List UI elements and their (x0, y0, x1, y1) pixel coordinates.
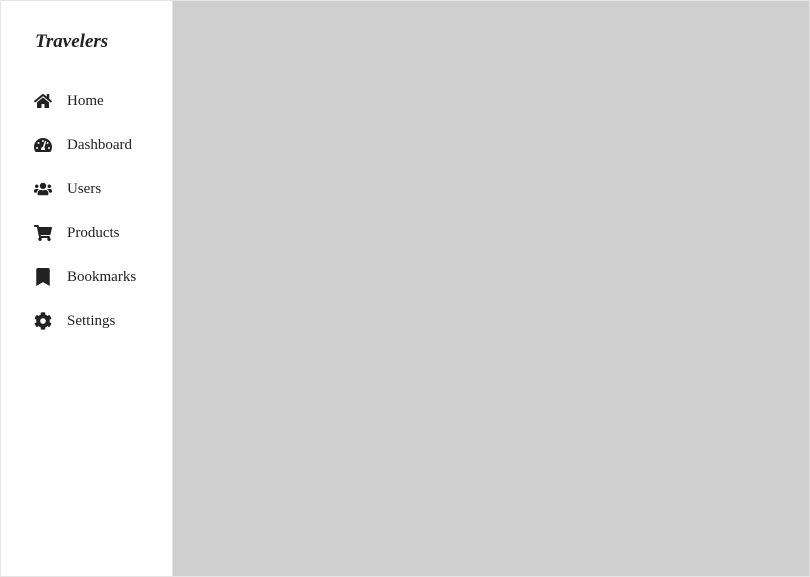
dashboard-icon (33, 135, 53, 155)
app-container: Travelers Home Dashboard Users Products (0, 0, 810, 577)
sidebar-item-settings[interactable]: Settings (1, 299, 172, 343)
sidebar-item-label: Dashboard (67, 137, 132, 154)
sidebar: Travelers Home Dashboard Users Products (1, 1, 173, 576)
sidebar-item-users[interactable]: Users (1, 167, 172, 211)
brand-title: Travelers (1, 31, 172, 79)
sidebar-item-label: Home (67, 93, 104, 110)
sidebar-item-label: Settings (67, 313, 115, 330)
gear-icon (33, 311, 53, 331)
users-icon (33, 179, 53, 199)
main-content (173, 1, 809, 576)
cart-icon (33, 223, 53, 243)
sidebar-item-dashboard[interactable]: Dashboard (1, 123, 172, 167)
sidebar-item-home[interactable]: Home (1, 79, 172, 123)
sidebar-item-label: Users (67, 181, 101, 198)
bookmark-icon (33, 267, 53, 287)
sidebar-item-label: Bookmarks (67, 269, 136, 286)
home-icon (33, 91, 53, 111)
sidebar-item-bookmarks[interactable]: Bookmarks (1, 255, 172, 299)
sidebar-item-label: Products (67, 225, 120, 242)
sidebar-item-products[interactable]: Products (1, 211, 172, 255)
